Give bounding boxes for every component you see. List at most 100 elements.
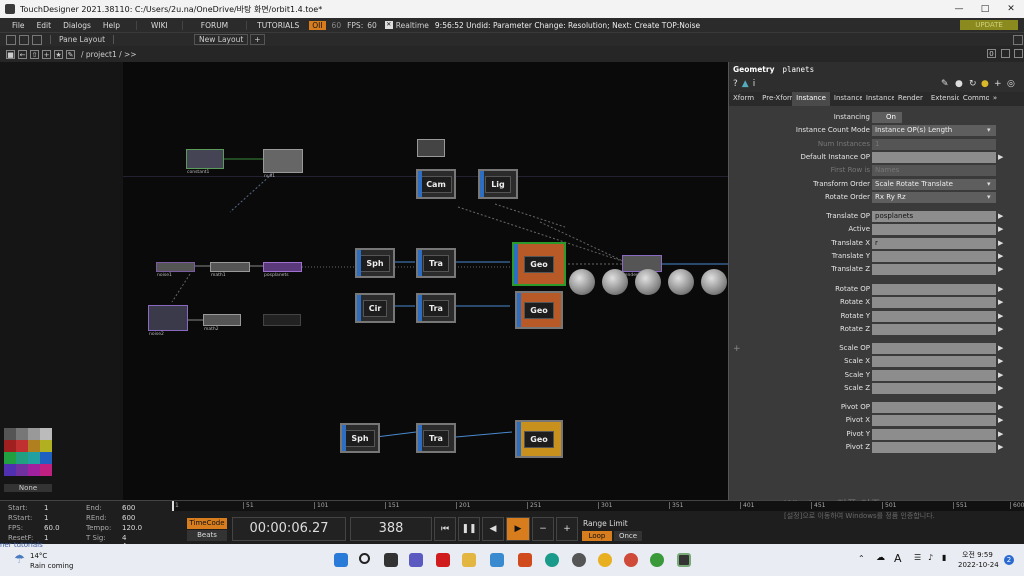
path-edit-button[interactable]: ✎ <box>66 49 75 59</box>
new-layout-tab[interactable]: New Layout <box>194 34 249 45</box>
pane-close-button[interactable] <box>1013 35 1023 45</box>
param-value[interactable] <box>872 356 996 368</box>
home-button[interactable]: ■ <box>6 49 15 59</box>
param-value[interactable] <box>872 251 996 262</box>
field-arrow-icon[interactable]: ▶ <box>998 403 1007 412</box>
tab-forum[interactable]: FORUM <box>181 20 246 30</box>
tab-instance[interactable]: Instance <box>792 92 830 106</box>
field-arrow-icon[interactable]: ▶ <box>998 443 1007 452</box>
dropdown-arrow-icon[interactable]: ▾ <box>987 126 996 135</box>
tab-render[interactable]: Render <box>894 92 927 106</box>
beats-button[interactable]: Beats <box>187 530 227 541</box>
node-light1[interactable]: Lig <box>478 169 518 199</box>
weather-icon[interactable]: ☂ <box>14 552 25 566</box>
weather-temp[interactable]: 14°C <box>30 552 47 560</box>
field-arrow-icon[interactable]: ▶ <box>998 212 1007 221</box>
node-circle1[interactable]: Cir <box>355 293 395 323</box>
menu-edit[interactable]: Edit <box>31 21 58 30</box>
param-value[interactable] <box>872 415 996 427</box>
field-arrow-icon[interactable]: ▶ <box>998 325 1007 334</box>
node-sphere2[interactable]: Sph <box>340 423 380 453</box>
comment-icon[interactable]: ● <box>955 79 963 89</box>
param-value[interactable]: Scale Rotate Translate <box>872 178 996 190</box>
network-path[interactable]: / project1 / >> <box>81 50 137 59</box>
color-palette[interactable]: None <box>4 428 54 500</box>
param-value[interactable] <box>872 264 996 276</box>
python-icon[interactable]: ● <box>981 79 989 89</box>
node-cam1[interactable]: Cam <box>416 169 456 199</box>
expand-icon[interactable]: + <box>733 344 741 354</box>
task-view-icon[interactable] <box>384 553 398 567</box>
tab-pre-xform[interactable]: Pre-Xform <box>758 92 792 106</box>
timeline-cursor[interactable] <box>172 501 174 511</box>
field-arrow-icon[interactable]: ▶ <box>998 312 1007 321</box>
office-icon[interactable] <box>518 553 532 567</box>
tab-common[interactable]: Common <box>959 92 989 106</box>
node-noise2[interactable]: noise2 <box>148 305 188 337</box>
param-value[interactable]: posplanets <box>872 211 996 222</box>
search-icon[interactable] <box>359 553 370 564</box>
pane-expand-button[interactable] <box>1014 49 1023 58</box>
volume-icon[interactable]: ♪ <box>928 553 933 562</box>
add-button[interactable]: + <box>42 49 51 59</box>
add-layout-button[interactable]: + <box>250 34 265 45</box>
tray-cloud-icon[interactable]: ☁ <box>876 553 885 563</box>
param-value[interactable] <box>872 442 996 453</box>
field-arrow-icon[interactable]: ▶ <box>998 416 1007 425</box>
node-transform1[interactable]: Tra <box>416 248 456 278</box>
teams-icon[interactable] <box>409 553 423 567</box>
field-arrow-icon[interactable]: ▶ <box>998 371 1007 380</box>
param-value[interactable] <box>872 383 996 394</box>
param-value[interactable]: Rx Ry Rz <box>872 192 996 203</box>
param-value[interactable] <box>872 343 996 354</box>
weather-desc[interactable]: Rain coming <box>30 562 73 570</box>
field-arrow-icon[interactable]: ▶ <box>998 285 1007 294</box>
clock-time[interactable]: 오전 9:59 <box>962 550 993 560</box>
menu-dialogs[interactable]: Dialogs <box>57 21 97 30</box>
param-value[interactable]: r <box>872 237 996 249</box>
param-value[interactable] <box>872 152 996 163</box>
menu-help[interactable]: Help <box>97 21 126 30</box>
store-icon[interactable] <box>490 553 504 567</box>
param-value[interactable]: On <box>872 112 902 123</box>
tab-instance-2[interactable]: Instance <box>830 92 862 106</box>
split-top-button[interactable] <box>19 34 29 45</box>
network-editor[interactable]: constant1 null1 noise1 math1 posplanets … <box>0 62 728 500</box>
tab-wiki[interactable]: WIKI <box>136 20 182 30</box>
back-button[interactable]: ← <box>18 49 27 59</box>
split-left-button[interactable] <box>6 34 16 45</box>
battery-icon[interactable]: ▮ <box>942 553 946 562</box>
info-icon[interactable]: i <box>753 79 756 89</box>
realtime-checkbox[interactable]: ✕ <box>384 21 393 29</box>
node-math1[interactable]: math1 <box>210 262 250 278</box>
wifi-icon[interactable]: ☰ <box>914 553 921 562</box>
timeline-ruler[interactable]: 1 51 101 151 201 251 301 351 401 451 501 551 600 <box>172 501 1024 511</box>
chrome-icon[interactable] <box>598 553 612 567</box>
param-value[interactable] <box>872 402 996 413</box>
pause-button[interactable]: ❚❚ <box>458 517 480 541</box>
tab-xform[interactable]: Xform <box>729 92 758 106</box>
add-param-icon[interactable]: + <box>994 79 1002 89</box>
field-arrow-icon[interactable]: ▶ <box>998 430 1007 439</box>
field-arrow-icon[interactable]: ▶ <box>998 225 1007 234</box>
palette-none-label[interactable]: None <box>4 484 52 492</box>
pane-icon[interactable] <box>1001 49 1010 58</box>
explorer-icon[interactable] <box>462 553 476 567</box>
chrome-3-icon[interactable] <box>650 553 664 567</box>
plus-button[interactable]: + <box>556 517 578 541</box>
skip-start-button[interactable]: ⏮ <box>434 517 456 541</box>
refresh-icon[interactable]: ↻ <box>969 79 977 89</box>
once-button[interactable]: Once <box>614 531 642 541</box>
edge-icon[interactable] <box>545 553 559 567</box>
node-math2[interactable]: math2 <box>203 314 241 332</box>
play-button[interactable]: ▶ <box>506 517 530 541</box>
bookmark-icon[interactable]: ★ <box>54 49 63 59</box>
field-arrow-icon[interactable]: ▶ <box>998 252 1007 261</box>
help-icon[interactable]: ? <box>733 79 738 89</box>
oii-badge[interactable]: OII <box>309 20 326 30</box>
node-posplanets[interactable]: posplanets <box>263 262 302 278</box>
minus-button[interactable]: − <box>532 517 554 541</box>
node-transform2[interactable]: Tra <box>416 293 456 323</box>
netflix-icon[interactable] <box>436 553 450 567</box>
node-ghost[interactable] <box>263 314 301 326</box>
